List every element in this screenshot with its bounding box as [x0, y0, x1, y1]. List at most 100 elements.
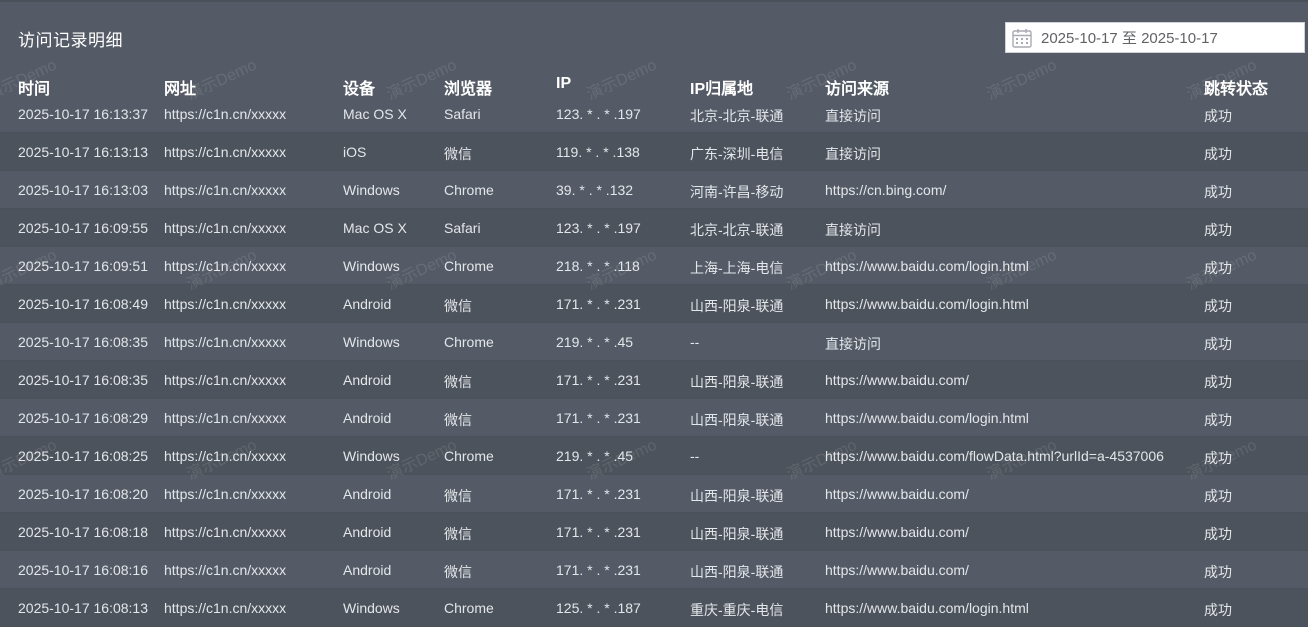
cell-status: 成功: [1204, 146, 1232, 162]
cell-referrer: 直接访问: [825, 108, 881, 124]
cell-url: https://c1n.cn/xxxxx: [164, 106, 287, 122]
cell-url: https://c1n.cn/xxxxx: [164, 448, 287, 464]
cell-url: https://c1n.cn/xxxxx: [164, 182, 287, 198]
cell-device: Windows: [343, 258, 400, 274]
cell-time: 2025-10-17 16:13:37: [18, 106, 148, 122]
table-row[interactable]: 2025-10-17 16:08:29 https://c1n.cn/xxxxx A…: [0, 399, 1308, 437]
cell-device: Android: [343, 372, 392, 388]
cell-referrer: https://www.baidu.com/login.html: [825, 258, 1029, 274]
cell-ip: 219. * . * .45: [556, 334, 634, 350]
cell-browser: 微信: [444, 412, 472, 428]
cell-ip-location: 广东-深圳-电信: [690, 146, 784, 162]
table-row[interactable]: 2025-10-17 16:13:03 https://c1n.cn/xxxxx W…: [0, 171, 1308, 209]
cell-time: 2025-10-17 16:08:16: [18, 562, 148, 578]
cell-ip: 125. * . * .187: [556, 600, 641, 616]
cell-ip-location: --: [690, 448, 700, 464]
cell-ip: 218. * . * .118: [556, 258, 640, 274]
cell-referrer: https://www.baidu.com/: [825, 372, 969, 388]
table-body: 2025-10-17 16:13:37 https://c1n.cn/xxxxx M…: [0, 95, 1308, 627]
cell-ip-location: 北京-北京-联通: [690, 222, 784, 238]
cell-ip-location: 北京-北京-联通: [690, 108, 784, 124]
cell-ip-location: 重庆-重庆-电信: [690, 602, 784, 618]
cell-url: https://c1n.cn/xxxxx: [164, 486, 287, 502]
cell-referrer: https://www.baidu.com/flowData.html?urlI…: [825, 448, 1164, 464]
cell-time: 2025-10-17 16:09:51: [18, 258, 148, 274]
cell-ip-location: 山西-阳泉-联通: [690, 298, 784, 314]
cell-referrer: https://cn.bing.com/: [825, 182, 947, 198]
cell-status: 成功: [1204, 108, 1232, 124]
cell-ip: 123. * . * .197: [556, 220, 641, 236]
cell-ip: 171. * . * .231: [556, 296, 641, 312]
table-row[interactable]: 2025-10-17 16:09:55 https://c1n.cn/xxxxx M…: [0, 209, 1308, 247]
cell-status: 成功: [1204, 222, 1232, 238]
cell-ip-location: 上海-上海-电信: [690, 260, 784, 276]
cell-referrer: https://www.baidu.com/: [825, 562, 969, 578]
cell-device: Android: [343, 410, 392, 426]
cell-status: 成功: [1204, 564, 1232, 580]
table-row[interactable]: 2025-10-17 16:08:25 https://c1n.cn/xxxxx W…: [0, 437, 1308, 475]
cell-status: 成功: [1204, 450, 1232, 466]
cell-ip: 171. * . * .231: [556, 524, 641, 540]
cell-referrer: 直接访问: [825, 222, 881, 238]
table-row[interactable]: 2025-10-17 16:13:13 https://c1n.cn/xxxxx i…: [0, 133, 1308, 171]
cell-device: Windows: [343, 600, 400, 616]
cell-url: https://c1n.cn/xxxxx: [164, 524, 287, 540]
cell-referrer: https://www.baidu.com/login.html: [825, 296, 1029, 312]
cell-time: 2025-10-17 16:08:49: [18, 296, 148, 312]
table-row[interactable]: 2025-10-17 16:08:13 https://c1n.cn/xxxxx W…: [0, 589, 1308, 627]
date-range-picker[interactable]: 2025-10-17 至 2025-10-17: [1005, 22, 1305, 53]
cell-ip-location: 河南-许昌-移动: [690, 184, 784, 200]
cell-referrer: https://www.baidu.com/login.html: [825, 600, 1029, 616]
cell-device: Mac OS X: [343, 220, 407, 236]
cell-status: 成功: [1204, 260, 1232, 276]
cell-browser: Safari: [444, 220, 481, 236]
cell-url: https://c1n.cn/xxxxx: [164, 296, 287, 312]
cell-ip: 171. * . * .231: [556, 562, 641, 578]
cell-referrer: https://www.baidu.com/: [825, 486, 969, 502]
cell-ip: 123. * . * .197: [556, 106, 641, 122]
table-row[interactable]: 2025-10-17 16:08:16 https://c1n.cn/xxxxx A…: [0, 551, 1308, 589]
cell-url: https://c1n.cn/xxxxx: [164, 372, 287, 388]
cell-url: https://c1n.cn/xxxxx: [164, 220, 287, 236]
cell-ip-location: 山西-阳泉-联通: [690, 374, 784, 390]
cell-ip: 219. * . * .45: [556, 448, 634, 464]
cell-status: 成功: [1204, 184, 1232, 200]
cell-url: https://c1n.cn/xxxxx: [164, 258, 287, 274]
cell-ip-location: 山西-阳泉-联通: [690, 564, 784, 580]
cell-url: https://c1n.cn/xxxxx: [164, 334, 287, 350]
cell-url: https://c1n.cn/xxxxx: [164, 410, 287, 426]
cell-referrer: https://www.baidu.com/: [825, 524, 969, 540]
cell-time: 2025-10-17 16:08:20: [18, 486, 148, 502]
cell-browser: Chrome: [444, 448, 494, 464]
cell-url: https://c1n.cn/xxxxx: [164, 144, 287, 160]
table-row[interactable]: 2025-10-17 16:08:18 https://c1n.cn/xxxxx A…: [0, 513, 1308, 551]
table-row[interactable]: 2025-10-17 16:13:37 https://c1n.cn/xxxxx M…: [0, 95, 1308, 133]
cell-status: 成功: [1204, 412, 1232, 428]
cell-time: 2025-10-17 16:13:03: [18, 182, 148, 198]
cell-ip-location: 山西-阳泉-联通: [690, 412, 784, 428]
cell-time: 2025-10-17 16:08:35: [18, 372, 148, 388]
cell-ip: 171. * . * .231: [556, 410, 641, 426]
table-row[interactable]: 2025-10-17 16:08:35 https://c1n.cn/xxxxx A…: [0, 361, 1308, 399]
cell-browser: Chrome: [444, 182, 494, 198]
cell-browser: 微信: [444, 298, 472, 314]
cell-ip-location: 山西-阳泉-联通: [690, 488, 784, 504]
table-row[interactable]: 2025-10-17 16:08:49 https://c1n.cn/xxxxx A…: [0, 285, 1308, 323]
cell-browser: 微信: [444, 526, 472, 542]
table-row[interactable]: 2025-10-17 16:09:51 https://c1n.cn/xxxxx W…: [0, 247, 1308, 285]
cell-time: 2025-10-17 16:09:55: [18, 220, 148, 236]
cell-time: 2025-10-17 16:13:13: [18, 144, 148, 160]
cell-device: Android: [343, 524, 392, 540]
cell-browser: Chrome: [444, 258, 494, 274]
cell-browser: 微信: [444, 374, 472, 390]
table-row[interactable]: 2025-10-17 16:08:35 https://c1n.cn/xxxxx W…: [0, 323, 1308, 361]
column-header-ip[interactable]: IP: [556, 75, 571, 93]
cell-device: Windows: [343, 182, 400, 198]
cell-device: Windows: [343, 334, 400, 350]
cell-referrer: 直接访问: [825, 146, 881, 162]
cell-status: 成功: [1204, 336, 1232, 352]
cell-ip-location: 山西-阳泉-联通: [690, 526, 784, 542]
cell-browser: 微信: [444, 146, 472, 162]
table-row[interactable]: 2025-10-17 16:08:20 https://c1n.cn/xxxxx A…: [0, 475, 1308, 513]
cell-referrer: https://www.baidu.com/login.html: [825, 410, 1029, 426]
